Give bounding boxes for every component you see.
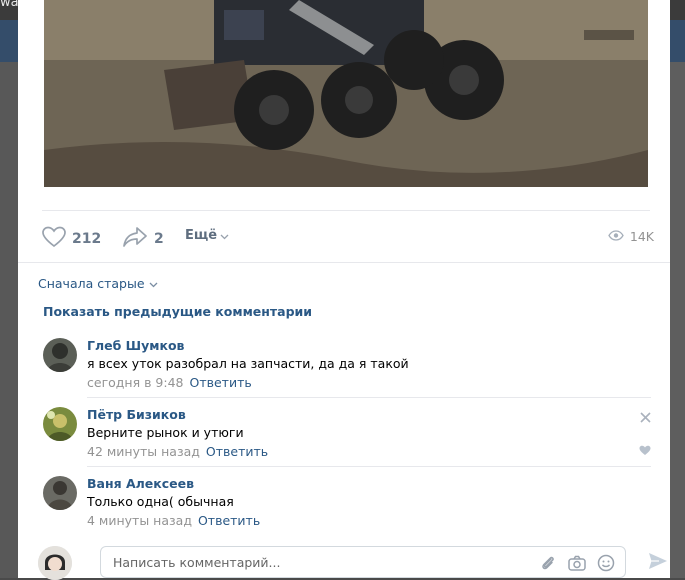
comment-time[interactable]: 4 минуты назад (87, 513, 192, 528)
reply-button[interactable]: Ответить (206, 444, 268, 459)
close-icon[interactable] (640, 409, 651, 427)
sort-label: Сначала старые (38, 276, 145, 291)
avatar[interactable] (43, 476, 77, 510)
chevron-down-icon (149, 276, 158, 291)
camera-icon[interactable] (567, 554, 587, 575)
comment-input-placeholder: Написать комментарий... (113, 555, 281, 570)
comment-item: Ваня Алексеев Только одна( обычная 4 мин… (43, 476, 651, 532)
paperclip-icon[interactable] (539, 554, 557, 575)
comment-item: Глеб Шумков я всех уток разобрал на запч… (43, 338, 651, 394)
heart-icon[interactable] (639, 444, 651, 459)
comment-meta: 42 минуты назад Ответить (87, 444, 651, 459)
likes-count: 212 (72, 230, 102, 247)
chevron-down-icon (220, 228, 229, 243)
comment-author[interactable]: Глеб Шумков (87, 338, 651, 353)
comment-author[interactable]: Ваня Алексеев (87, 476, 651, 491)
share-icon (122, 226, 148, 251)
comment-composer: Написать комментарий... (36, 546, 670, 580)
page-backdrop-right (670, 62, 685, 578)
comment-time[interactable]: 42 минуты назад (87, 444, 200, 459)
comment-divider (87, 466, 651, 467)
show-previous-comments-link[interactable]: Показать предыдущие комментарии (43, 304, 312, 319)
comment-meta: 4 минуты назад Ответить (87, 513, 651, 528)
comments-sort-dropdown[interactable]: Сначала старые (38, 276, 158, 291)
page-backdrop-left (0, 62, 18, 578)
send-icon[interactable] (648, 552, 668, 573)
smile-icon[interactable] (597, 554, 615, 575)
reply-button[interactable]: Ответить (198, 513, 260, 528)
more-button[interactable]: Ещё (185, 228, 229, 243)
views-count: 14K (629, 229, 654, 244)
comment-text: Верните рынок и утюги (87, 425, 244, 440)
comment-text: Только одна( обычная (87, 494, 234, 509)
actions-top-divider (42, 210, 650, 211)
shares-count: 2 (154, 230, 164, 247)
heart-icon (42, 226, 66, 251)
comment-time[interactable]: сегодня в 9:48 (87, 375, 184, 390)
avatar[interactable] (43, 407, 77, 441)
comment-body: Глеб Шумков я всех уток разобрал на запч… (87, 338, 651, 390)
views-counter: 14K (608, 229, 654, 244)
comment-text: я всех уток разобрал на запчасти, да да … (87, 356, 409, 371)
avatar[interactable] (43, 338, 77, 372)
comment-body: Пётр Бизиков Верните рынок и утюги 42 ми… (87, 407, 651, 459)
comment-author[interactable]: Пётр Бизиков (87, 407, 651, 422)
eye-icon (608, 229, 624, 244)
comment-divider (87, 397, 651, 398)
composer-attach-icons (539, 554, 615, 575)
post-photo[interactable] (44, 0, 648, 187)
comment-body: Ваня Алексеев Только одна( обычная 4 мин… (87, 476, 651, 528)
more-label: Ещё (185, 228, 218, 243)
avatar[interactable] (38, 546, 72, 580)
post-modal: 212 2 Ещё 14K Сначала старые Показать пр… (18, 0, 670, 580)
post-actions-bar: 212 2 Ещё 14K (42, 226, 654, 250)
comments-divider (18, 262, 670, 263)
like-button[interactable]: 212 (42, 226, 101, 251)
share-button[interactable]: 2 (122, 226, 164, 251)
comment-meta: сегодня в 9:48 Ответить (87, 375, 651, 390)
comment-input[interactable]: Написать комментарий... (100, 546, 626, 578)
comment-item: Пётр Бизиков Верните рынок и утюги 42 ми… (43, 407, 651, 463)
reply-button[interactable]: Ответить (190, 375, 252, 390)
